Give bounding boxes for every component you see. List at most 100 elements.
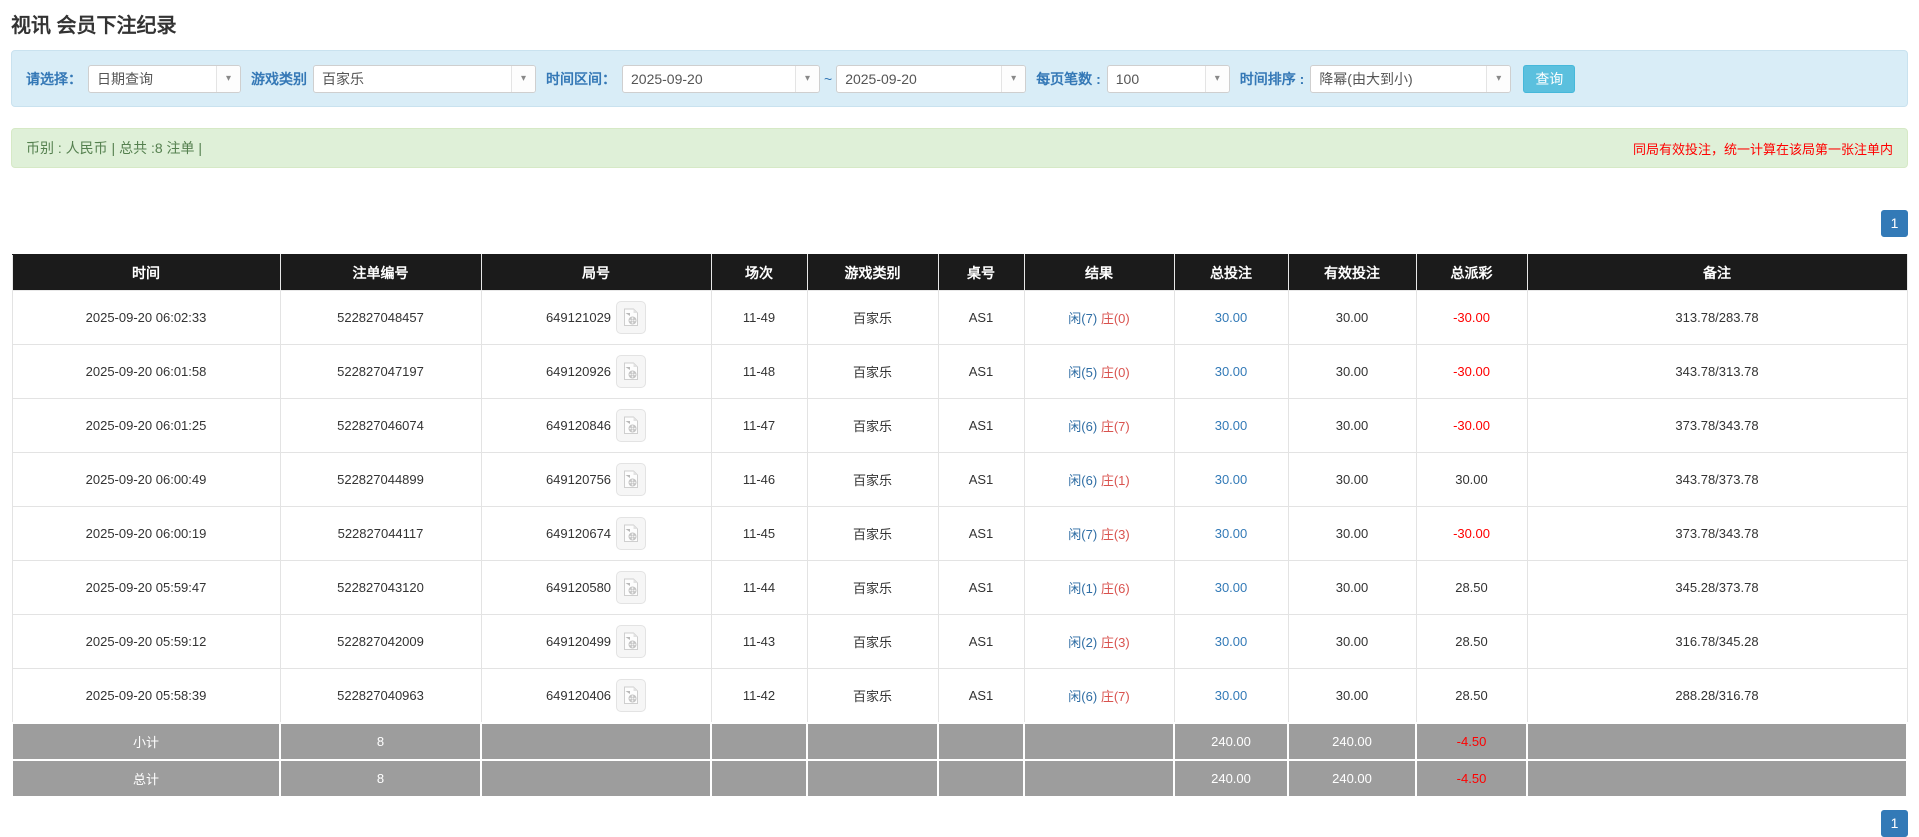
- col-remark: 备注: [1526, 254, 1908, 291]
- summary-currency-total: 币别 : 人民币 | 总共 :8 注单 |: [26, 140, 203, 156]
- cell-result: 闲(7) 庄(0): [1023, 290, 1175, 345]
- chevron-down-icon[interactable]: ▾: [216, 65, 240, 92]
- cell-game-type: 百家乐: [806, 668, 939, 723]
- cell-round-id: 649120756: [480, 452, 712, 507]
- total-bet-link[interactable]: 30.00: [1215, 472, 1248, 487]
- table-row: 2025-09-20 05:59:12 522827042009 6491204…: [11, 614, 1908, 669]
- chevron-down-icon[interactable]: ▾: [511, 65, 535, 92]
- table-row: 2025-09-20 06:01:25 522827046074 6491208…: [11, 398, 1908, 453]
- pagination-page-1-bottom[interactable]: 1: [1881, 809, 1908, 837]
- cell-session: 11-46: [710, 452, 808, 507]
- subtotal-label: 小计: [11, 721, 281, 761]
- video-replay-button[interactable]: [616, 625, 647, 658]
- chevron-down-icon[interactable]: ▾: [1204, 65, 1229, 92]
- table-row: 2025-09-20 06:00:49 522827044899 6491207…: [11, 452, 1908, 507]
- date-to-select[interactable]: 2025-09-20 ▾: [836, 64, 1027, 93]
- chevron-down-icon[interactable]: ▾: [1486, 65, 1511, 92]
- subtotal-count: 8: [279, 721, 482, 761]
- cell-payout: 30.00: [1415, 452, 1528, 507]
- bet-records-table: 时间 注单编号 局号 场次 游戏类别 桌号 结果 总投注 有效投注 总派彩 备注…: [11, 254, 1908, 798]
- cell-bet-id: 522827047197: [279, 344, 482, 399]
- video-replay-button[interactable]: [616, 409, 647, 442]
- cell-result: 闲(6) 庄(7): [1023, 668, 1175, 723]
- page-size-select[interactable]: 100 ▾: [1106, 64, 1230, 93]
- cell-valid-bet: 30.00: [1287, 614, 1417, 669]
- cell-valid-bet: 30.00: [1287, 452, 1417, 507]
- query-type-label: 请选择：: [26, 70, 82, 87]
- page-size-value: 100: [1115, 70, 1140, 87]
- result-banker: 庄(7): [1100, 419, 1130, 434]
- cell-game-type: 百家乐: [806, 506, 939, 561]
- video-replay-button[interactable]: [616, 463, 647, 496]
- film-file-icon: [624, 686, 639, 704]
- total-bet-link[interactable]: 30.00: [1215, 364, 1248, 379]
- result-player: 闲(6): [1068, 688, 1098, 704]
- result-player: 闲(6): [1068, 473, 1098, 488]
- cell-time: 2025-09-20 05:59:47: [11, 560, 281, 615]
- total-bet-link[interactable]: 30.00: [1215, 634, 1248, 649]
- cell-payout: -30.00: [1415, 398, 1528, 453]
- time-sort-value: 降幂(由大到小): [1319, 70, 1413, 87]
- video-replay-button[interactable]: [616, 678, 647, 712]
- query-type-select[interactable]: 日期查询 ▾: [88, 64, 241, 93]
- total-bet-link[interactable]: 30.00: [1215, 526, 1248, 541]
- game-type-label: 游戏类别: [251, 70, 307, 87]
- cell-session: 11-47: [710, 398, 808, 453]
- film-file-icon: [624, 578, 639, 596]
- time-range-label: 时间区间：: [546, 70, 616, 87]
- total-bet-link[interactable]: 30.00: [1215, 580, 1248, 595]
- film-file-icon: [624, 470, 639, 488]
- total-bet-link[interactable]: 30.00: [1215, 310, 1248, 325]
- cell-bet-id: 522827048457: [279, 290, 482, 345]
- game-type-value: 百家乐: [322, 70, 364, 87]
- result-banker: 庄(3): [1100, 635, 1130, 650]
- cell-payout: 28.50: [1415, 668, 1528, 723]
- time-sort-select[interactable]: 降幂(由大到小) ▾: [1310, 64, 1512, 93]
- cell-table-no: AS1: [937, 344, 1025, 399]
- cell-table-no: AS1: [937, 614, 1025, 669]
- cell-remark: 373.78/343.78: [1526, 398, 1908, 453]
- result-banker: 庄(0): [1100, 311, 1130, 326]
- search-button[interactable]: 查询: [1523, 64, 1576, 93]
- cell-valid-bet: 30.00: [1287, 668, 1417, 723]
- cell-payout: -30.00: [1415, 290, 1528, 345]
- cell-round-id: 649121029: [480, 290, 712, 345]
- video-replay-button[interactable]: [616, 301, 647, 334]
- cell-session: 11-43: [710, 614, 808, 669]
- cell-result: 闲(5) 庄(0): [1023, 344, 1175, 399]
- cell-bet-id: 522827046074: [279, 398, 482, 453]
- date-from-select[interactable]: 2025-09-20 ▾: [622, 64, 820, 93]
- chevron-down-icon[interactable]: ▾: [795, 65, 819, 92]
- cell-time: 2025-09-20 06:00:49: [11, 452, 281, 507]
- total-bet-link[interactable]: 30.00: [1215, 418, 1248, 433]
- cell-valid-bet: 30.00: [1287, 398, 1417, 453]
- cell-table-no: AS1: [937, 398, 1025, 453]
- video-replay-button[interactable]: [616, 571, 647, 604]
- cell-total-bet: 30.00: [1173, 398, 1289, 453]
- cell-remark: 313.78/283.78: [1526, 290, 1908, 345]
- cell-round-id: 649120406: [480, 668, 712, 723]
- total-bet-link[interactable]: 30.00: [1215, 688, 1248, 703]
- total-total-bet: 240.00: [1173, 758, 1289, 798]
- video-replay-button[interactable]: [616, 517, 647, 550]
- cell-game-type: 百家乐: [806, 452, 939, 507]
- result-player: 闲(7): [1068, 527, 1098, 542]
- result-banker: 庄(7): [1100, 688, 1130, 704]
- cell-bet-id: 522827043120: [279, 560, 482, 615]
- cell-total-bet: 30.00: [1173, 668, 1289, 723]
- chevron-down-icon[interactable]: ▾: [1001, 65, 1026, 92]
- col-result: 结果: [1023, 254, 1175, 291]
- cell-time: 2025-09-20 05:59:12: [11, 614, 281, 669]
- cell-game-type: 百家乐: [806, 560, 939, 615]
- cell-game-type: 百家乐: [806, 344, 939, 399]
- cell-round-id: 649120674: [480, 506, 712, 561]
- result-player: 闲(5): [1068, 365, 1098, 380]
- page-size-label: 每页笔数 :: [1036, 70, 1101, 87]
- video-replay-button[interactable]: [616, 355, 647, 388]
- cell-table-no: AS1: [937, 668, 1025, 723]
- film-file-icon: [624, 416, 639, 434]
- pagination-page-1[interactable]: 1: [1881, 210, 1908, 237]
- cell-time: 2025-09-20 06:01:58: [11, 344, 281, 399]
- cell-remark: 288.28/316.78: [1526, 668, 1908, 723]
- game-type-select[interactable]: 百家乐 ▾: [313, 64, 536, 93]
